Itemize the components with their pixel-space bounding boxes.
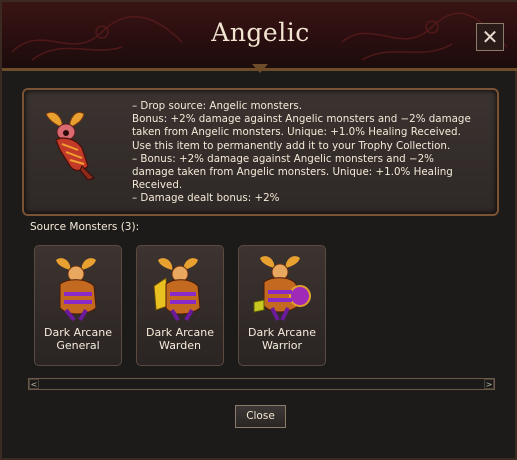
- description-line: Bonus: +2% damage against Angelic monste…: [132, 113, 471, 126]
- trophy-dialog: Angelic ✕ – Drop source: Angelic monster…: [0, 0, 517, 460]
- scroll-left-icon[interactable]: <: [29, 379, 39, 389]
- description-line: Received.: [132, 179, 183, 192]
- description-line: Use this item to permanently add it to y…: [132, 139, 451, 152]
- dark-arcane-general-icon: [56, 258, 97, 322]
- description-line: – Drop source: Angelic monsters.: [132, 100, 302, 112]
- monster-name-line: General: [56, 339, 100, 352]
- scroll-right-icon[interactable]: >: [484, 379, 494, 389]
- horizontal-scrollbar[interactable]: < >: [28, 378, 495, 390]
- description-line: taken from Angelic monsters. Unique: +1.…: [132, 126, 461, 139]
- description-line: – Damage dealt bonus: +2%: [132, 192, 280, 205]
- monster-name: Dark Arcane General: [35, 326, 121, 352]
- monster-name-line: Warden: [159, 339, 201, 352]
- title-notch: [252, 64, 268, 73]
- dark-arcane-warrior-icon: [253, 256, 311, 321]
- dark-arcane-warden-icon: [153, 258, 201, 322]
- close-button[interactable]: Close: [235, 405, 286, 428]
- monster-card-general[interactable]: Dark Arcane General: [34, 245, 122, 366]
- monster-name-line: Dark Arcane: [44, 326, 112, 339]
- monster-name-line: Dark Arcane: [248, 326, 316, 339]
- item-description: – Drop source: Angelic monsters. Bonus: …: [132, 100, 492, 206]
- monster-name-line: Warrior: [261, 339, 303, 352]
- monster-name: Dark Arcane Warrior: [239, 326, 325, 352]
- source-monsters-label: Source Monsters (3):: [30, 221, 140, 233]
- description-line: – Bonus: +2% damage against Angelic mons…: [132, 152, 434, 165]
- close-icon[interactable]: ✕: [476, 23, 504, 51]
- item-info-panel: – Drop source: Angelic monsters. Bonus: …: [22, 88, 499, 216]
- monster-name: Dark Arcane Warden: [137, 326, 223, 352]
- title-bar[interactable]: Angelic: [2, 2, 517, 71]
- description-line: damage taken from Angelic monsters. Uniq…: [132, 166, 453, 179]
- dialog-title: Angelic: [211, 18, 310, 47]
- monster-card-warden[interactable]: Dark Arcane Warden: [136, 245, 224, 366]
- angelic-trophy-icon: [45, 112, 95, 181]
- monster-name-line: Dark Arcane: [146, 326, 214, 339]
- monster-card-warrior[interactable]: Dark Arcane Warrior: [238, 245, 326, 366]
